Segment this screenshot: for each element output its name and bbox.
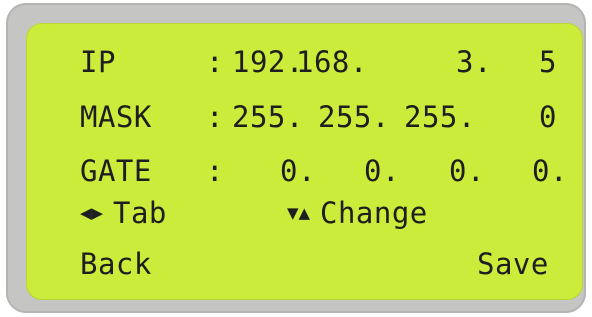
save-button[interactable]: Save bbox=[477, 250, 549, 279]
mask-octet-2[interactable]: 255. bbox=[318, 103, 390, 132]
mask-octet-1[interactable]: 255. bbox=[232, 103, 304, 132]
ip-separator: : bbox=[206, 45, 224, 79]
gate-octet-4[interactable]: 0. bbox=[532, 157, 568, 186]
mask-octet-3[interactable]: 255. bbox=[404, 103, 476, 132]
gate-octet-2[interactable]: 0. bbox=[364, 157, 400, 186]
gate-separator: : bbox=[206, 154, 224, 188]
ip-octet-1[interactable]: 192. bbox=[232, 48, 304, 77]
left-right-triangle-icon: ◀▶ bbox=[80, 204, 104, 222]
ip-label: IP bbox=[80, 45, 116, 79]
gate-label: GATE bbox=[80, 154, 152, 188]
ip-octet-3[interactable]: 3. bbox=[456, 48, 492, 77]
mask-octet-4[interactable]: 0 bbox=[539, 103, 557, 132]
change-hint-label: Change bbox=[320, 196, 428, 230]
ip-octet-4[interactable]: 5 bbox=[539, 48, 557, 77]
tab-hint-label: Tab bbox=[113, 196, 167, 230]
gate-octet-3[interactable]: 0. bbox=[449, 157, 485, 186]
gate-octet-1[interactable]: 0. bbox=[280, 157, 316, 186]
ip-octet-2[interactable]: 168. bbox=[296, 48, 368, 77]
back-button[interactable]: Back bbox=[80, 250, 152, 279]
down-up-triangle-icon: ▼▲ bbox=[287, 204, 311, 222]
mask-label: MASK bbox=[80, 100, 152, 134]
mask-separator: : bbox=[206, 100, 224, 134]
